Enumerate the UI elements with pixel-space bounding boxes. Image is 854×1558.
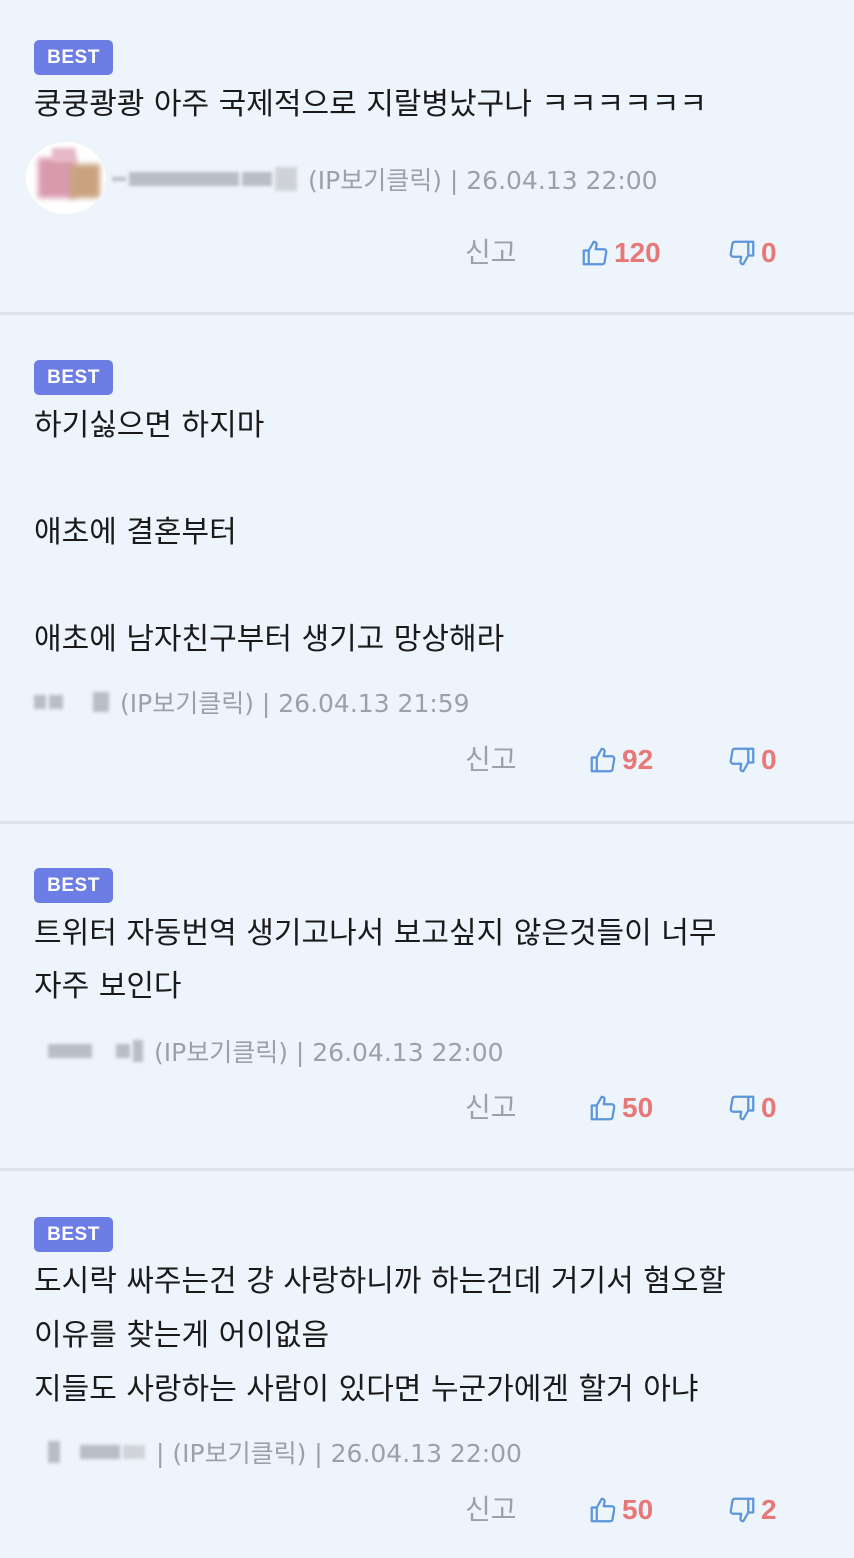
meta-text: (IP보기클릭) | 26.04.13 21:59 xyxy=(120,689,470,718)
comment-actions: 신고 50 2 xyxy=(0,1490,854,1530)
comment-text: 애초에 결혼부터 xyxy=(34,515,237,550)
comment-text: 이유를 찾는게 어이없음 xyxy=(34,1318,330,1353)
best-badge: BEST xyxy=(34,40,113,75)
thumbs-down-icon xyxy=(729,1497,755,1523)
thumbs-down-icon xyxy=(729,240,755,266)
thumbs-up-icon xyxy=(590,1095,616,1121)
comment-item: BEST 트위터 자동번역 생기고나서 보고싶지 않은것들이 너무 자주 보인다… xyxy=(0,824,854,1169)
downvote-count: 0 xyxy=(761,744,777,775)
best-badge: BEST xyxy=(34,868,113,903)
comment-meta: | (IP보기클릭) | 26.04.13 22:00 xyxy=(48,1434,522,1470)
comment-item: BEST 도시락 싸주는건 걍 사랑하니까 하는건데 거기서 혐오할 이유를 찾… xyxy=(0,1171,854,1558)
comment-text: 하기싫으면 하지마 xyxy=(34,408,265,443)
downvote-count: 0 xyxy=(761,237,777,268)
comment-item: BEST 하기싫으면 하지마 애초에 결혼부터 애초에 남자친구부터 생기고 망… xyxy=(0,315,854,821)
comment-text: 트위터 자동번역 생기고나서 보고싶지 않은것들이 너무 xyxy=(34,916,717,951)
avatar[interactable] xyxy=(26,142,106,214)
best-badge: BEST xyxy=(34,360,113,395)
upvote-button[interactable]: 92 xyxy=(588,740,653,780)
comment-meta: (IP보기클릭) | 26.04.13 22:00 xyxy=(112,161,658,197)
comment-text: 도시락 싸주는건 걍 사랑하니까 하는건데 거기서 혐오할 xyxy=(34,1264,727,1299)
upvote-button[interactable]: 50 xyxy=(588,1088,653,1128)
upvote-count: 50 xyxy=(622,1494,654,1525)
report-button[interactable]: 신고 xyxy=(465,1490,517,1530)
comment-actions: 신고 92 0 xyxy=(0,740,854,780)
comment-text: 지들도 사랑하는 사람이 있다면 누군가에겐 할거 아냐 xyxy=(34,1372,699,1407)
upvote-count: 120 xyxy=(614,237,661,268)
nickname-blurred[interactable] xyxy=(112,164,300,194)
comment-meta: (IP보기클릭) | 26.04.13 22:00 xyxy=(48,1033,504,1069)
best-badge: BEST xyxy=(34,1217,113,1252)
nickname-blurred[interactable] xyxy=(48,1437,148,1467)
thumbs-up-icon xyxy=(590,747,616,773)
downvote-button[interactable]: 2 xyxy=(727,1490,777,1530)
thumbs-up-icon xyxy=(582,240,608,266)
upvote-button[interactable]: 50 xyxy=(588,1490,653,1530)
downvote-count: 0 xyxy=(761,1092,777,1123)
downvote-button[interactable]: 0 xyxy=(727,1088,777,1128)
thumbs-down-icon xyxy=(729,747,755,773)
report-button[interactable]: 신고 xyxy=(465,740,517,780)
comment-actions: 신고 50 0 xyxy=(0,1088,854,1128)
downvote-button[interactable]: 0 xyxy=(727,233,777,273)
report-button[interactable]: 신고 xyxy=(465,1088,517,1128)
comment-actions: 신고 120 0 xyxy=(0,233,854,273)
meta-text: (IP보기클릭) | 26.04.13 22:00 xyxy=(154,1038,504,1067)
thumbs-down-icon xyxy=(729,1095,755,1121)
comment-text: 쿵쿵쾅쾅 아주 국제적으로 지랄병났구나 ㅋㅋㅋㅋㅋㅋ xyxy=(34,87,707,122)
upvote-button[interactable]: 120 xyxy=(580,233,661,273)
comment-text: 애초에 남자친구부터 생기고 망상해라 xyxy=(34,622,505,657)
upvote-count: 50 xyxy=(622,1092,654,1123)
meta-text: (IP보기클릭) | 26.04.13 22:00 xyxy=(308,166,658,195)
meta-text: | (IP보기클릭) | 26.04.13 22:00 xyxy=(156,1439,522,1468)
comment-meta: (IP보기클릭) | 26.04.13 21:59 xyxy=(34,684,470,720)
comment-text: 자주 보인다 xyxy=(34,969,182,1004)
thumbs-up-icon xyxy=(590,1497,616,1523)
upvote-count: 92 xyxy=(622,744,654,775)
nickname-blurred[interactable] xyxy=(34,687,112,717)
nickname-blurred[interactable] xyxy=(48,1036,146,1066)
downvote-button[interactable]: 0 xyxy=(727,740,777,780)
downvote-count: 2 xyxy=(761,1494,777,1525)
report-button[interactable]: 신고 xyxy=(465,233,517,273)
comment-item: BEST 쿵쿵쾅쾅 아주 국제적으로 지랄병났구나 ㅋㅋㅋㅋㅋㅋ (IP보기클릭… xyxy=(0,0,854,315)
